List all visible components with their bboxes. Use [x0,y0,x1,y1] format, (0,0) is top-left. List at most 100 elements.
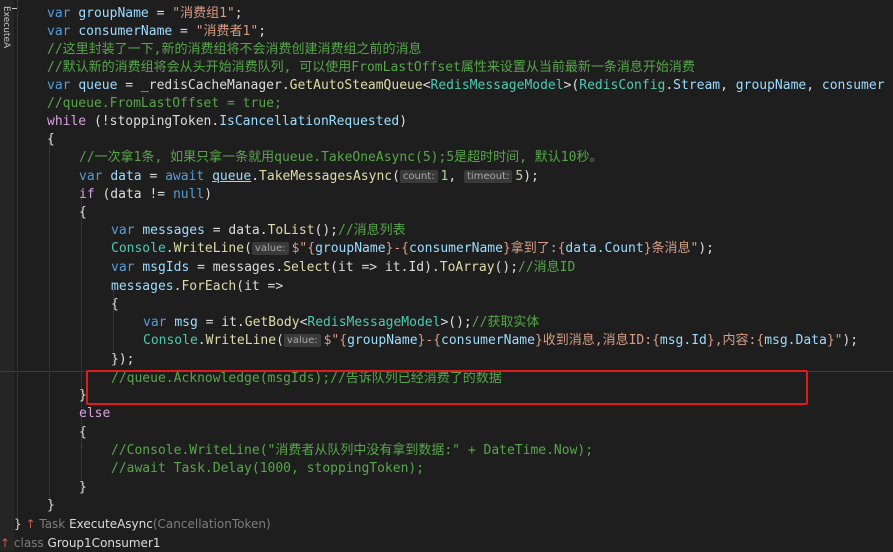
method-name: WriteLine [205,333,277,348]
type-name: Console [143,333,198,348]
string-literal: }条消息" [643,241,699,256]
punctuation: . [197,333,206,348]
punctuation: ; [258,24,267,39]
code-line-26-comment[interactable]: //await Task.Delay(1000, stoppingToken); [111,460,424,478]
punctuation: . [665,78,674,93]
code-line-9-comment[interactable]: //一次拿1条, 如果只拿一条就用queue.TakeOneAsync(5);5… [79,149,602,167]
punctuation: (it => it.Id). [330,260,440,275]
punctuation: . [165,241,174,256]
punctuation: = _redisCacheManager. [117,78,290,93]
punctuation: , [448,169,465,184]
identifier: queue [78,78,118,93]
punctuation: ( [244,241,252,256]
parameter-hint: count: [399,170,438,183]
string-literal: "消费组1" [172,6,235,21]
inline-comment: //消息列表 [338,223,406,238]
punctuation: (); [494,260,519,275]
code-line-23-else[interactable]: else [79,405,110,423]
identifier: msg.Id [659,333,707,348]
operator: = [172,24,196,39]
punctuation: (it => [236,279,284,294]
punctuation: , [806,78,822,93]
string-literal: },内容:{ [706,333,765,348]
code-line-24-brace[interactable]: { [79,424,87,442]
code-line-19[interactable]: Console.WriteLine(value: $"{groupName}-{c… [143,332,858,350]
identifier: groupName [78,6,149,21]
code-line-11[interactable]: if (data != null) [79,186,212,204]
identifier: queue [212,169,252,184]
up-arrow-icon: ↑ [25,517,36,531]
type-name: RedisMessageModel [430,78,564,93]
identifier: messages [111,279,174,294]
code-line-28-brace[interactable]: } [47,497,55,515]
up-arrow-icon: ↑ [0,536,11,550]
code-line-12-brace[interactable]: { [79,204,87,222]
indent-guide [17,0,18,524]
code-line-17-brace[interactable]: { [111,296,119,314]
class-codelens[interactable]: ↑ class Group1Consumer1 [0,534,161,552]
code-line-10[interactable]: var data = await queue.TakeMessagesAsync… [79,168,539,186]
string-literal: $"{ [291,241,316,256]
punctuation: = data. [204,223,268,238]
type-name: RedisMessageModel [307,315,441,330]
identifier: msg [174,315,198,330]
keyword: var [111,260,135,275]
code-line-2[interactable]: var consumerName = "消费者1"; [47,23,266,41]
identifier: groupName [315,241,386,256]
highlight-annotation-box [86,370,808,405]
code-line-6-comment[interactable]: //queue.FromLastOffset = true; [47,95,282,113]
parameter-hint: timeout: [464,170,513,183]
keyword: var [79,169,103,184]
code-line-1[interactable]: var groupName = "消费组1"; [47,5,243,23]
code-line-13[interactable]: var messages = data.ToList();//消息列表 [111,222,406,240]
indent-guide [49,140,50,502]
type-name: Console [111,241,166,256]
string-literal: }-{ [417,333,442,348]
punctuation: (); [314,223,339,238]
code-editor[interactable]: var groupName = "消费组1"; var consumerName… [0,0,893,551]
method-name: ToArray [439,260,495,275]
identifier: groupName [735,78,807,93]
keyword: var [47,24,71,39]
punctuation: = it. [197,315,245,330]
code-line-14[interactable]: Console.WriteLine(value: $"{groupName}-{c… [111,240,714,258]
identifier: consumerName [409,241,503,256]
code-line-16[interactable]: messages.ForEach(it => [111,278,283,296]
string-literal: }" [826,333,843,348]
code-line-7[interactable]: while (!stoppingToken.IsCancellationRequ… [47,113,407,131]
inline-comment: //获取实体 [471,315,540,330]
punctuation: = [141,169,166,184]
punctuation: >( [563,78,580,93]
punctuation: ) [399,114,408,129]
code-line-4-comment[interactable]: //默认新的消费组将会从头开始消费队列, 可以使用FromLastOffset属… [47,59,695,77]
class-keyword: class [13,536,44,550]
code-line-20[interactable]: }); [111,351,134,369]
type-name: RedisConfig [579,78,666,93]
string-literal: }收到消息,消息ID:{ [534,333,660,348]
identifier: data [110,169,142,184]
code-line-25-comment[interactable]: //Console.WriteLine("消费者从队列中没有拿到数据:" + D… [111,442,593,460]
method-name: Select [283,260,331,275]
punctuation: ); [523,169,539,184]
identifier: Stream [673,78,721,93]
code-line-15[interactable]: var msgIds = messages.Select(it => it.Id… [111,259,575,277]
code-line-18[interactable]: var msg = it.GetBody<RedisMessageModel>(… [143,314,539,332]
code-line-27-brace[interactable]: } [79,479,87,497]
punctuation: = messages. [189,260,284,275]
method-name: TakeMessagesAsync [259,169,393,184]
method-codelens[interactable]: } ↑ Task ExecuteAsync(CancellationToken) [14,515,271,533]
punctuation [204,169,212,184]
punctuation: , [720,78,736,93]
number-literal: 5 [515,169,524,184]
inline-comment: //消息ID [518,260,576,275]
identifier: msgIds [142,260,190,275]
code-line-5[interactable]: var queue = _redisCacheManager.GetAutoSt… [47,77,885,95]
code-line-3-comment[interactable]: //这里封装了一下,新的消费组将不会消费创建消费组之前的消息 [47,41,421,59]
punctuation: (data != [94,187,173,202]
identifier: msg.Data [764,333,827,348]
identifier: IsCancellationRequested [219,114,400,129]
keyword: if [79,187,95,202]
punctuation: < [422,78,431,93]
identifier: consumerName [441,333,535,348]
code-line-8-brace[interactable]: { [47,131,55,149]
